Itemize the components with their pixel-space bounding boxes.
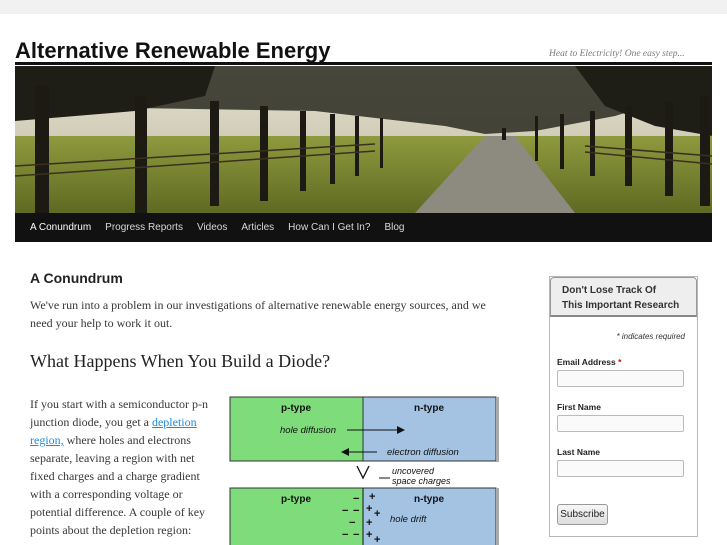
nav-item-a-conundrum[interactable]: A Conundrum: [23, 213, 98, 242]
intro-paragraph: We've run into a problem in our investig…: [30, 298, 486, 330]
body-paragraph: If you start with a semiconductor p-n ju…: [30, 395, 222, 539]
subscribe-widget: Don't Lose Track Of This Important Resea…: [549, 276, 698, 537]
nav-item-blog[interactable]: Blog: [377, 213, 411, 242]
required-note: * indicates required: [616, 332, 685, 341]
subscribe-heading: Don't Lose Track Of This Important Resea…: [550, 277, 697, 317]
email-label-text: Email Address: [557, 357, 619, 367]
main-navigation: A Conundrum Progress Reports Videos Arti…: [15, 213, 712, 242]
junction-down-arrow: [356, 465, 370, 480]
last-name-field[interactable]: [557, 460, 684, 477]
uncovered-label-1: uncovered: [392, 466, 435, 476]
electron-diffusion-label: electron diffusion: [387, 447, 459, 458]
last-name-label: Last Name: [557, 447, 600, 457]
p-type-label-top: p-type: [281, 403, 311, 414]
pn-junction-diagram: p-type n-type hole diffusion electron di…: [229, 396, 505, 545]
svg-text:+: +: [366, 529, 372, 541]
n-type-label-bottom: n-type: [414, 494, 444, 505]
hole-drift-label: hole drift: [390, 514, 427, 525]
post-title[interactable]: A Conundrum: [30, 270, 508, 286]
site-title[interactable]: Alternative Renewable Energy: [15, 38, 330, 64]
svg-text:−: −: [342, 505, 348, 517]
uncovered-label-2: space charges: [392, 476, 451, 486]
svg-text:−: −: [353, 529, 359, 541]
subscribe-button[interactable]: Subscribe: [557, 504, 608, 525]
site-tagline: Heat to Electricity! One easy step...: [549, 49, 685, 59]
svg-text:−: −: [353, 505, 359, 517]
nav-item-videos[interactable]: Videos: [190, 213, 234, 242]
svg-text:+: +: [369, 491, 375, 503]
section-heading: What Happens When You Build a Diode?: [30, 351, 331, 371]
p-type-label-bottom: p-type: [281, 494, 311, 505]
email-label: Email Address *: [557, 357, 621, 367]
svg-text:+: +: [374, 508, 380, 520]
svg-text:+: +: [366, 517, 372, 529]
nav-item-progress-reports[interactable]: Progress Reports: [98, 213, 190, 242]
hole-diffusion-label: hole diffusion: [280, 425, 336, 436]
header-banner-image: [15, 66, 712, 213]
nav-item-how-can-i-get-in[interactable]: How Can I Get In?: [281, 213, 377, 242]
first-name-label: First Name: [557, 402, 601, 412]
svg-text:−: −: [349, 517, 355, 529]
subscribe-heading-line-2: This Important Research: [562, 300, 680, 311]
n-type-label-top: n-type: [414, 403, 444, 414]
svg-text:−: −: [353, 493, 359, 505]
main-content: A Conundrum We've run into a problem in …: [30, 270, 508, 545]
header-rule: [15, 62, 712, 65]
nav-item-articles[interactable]: Articles: [234, 213, 281, 242]
svg-text:+: +: [374, 534, 380, 545]
svg-text:−: −: [342, 529, 348, 541]
svg-text:+: +: [366, 503, 372, 515]
body-text-end: where holes and electrons separate, leav…: [30, 433, 206, 537]
email-field[interactable]: [557, 370, 684, 387]
subscribe-heading-line-1: Don't Lose Track Of: [562, 285, 657, 296]
email-required-mark: *: [618, 357, 622, 367]
first-name-field[interactable]: [557, 415, 684, 432]
